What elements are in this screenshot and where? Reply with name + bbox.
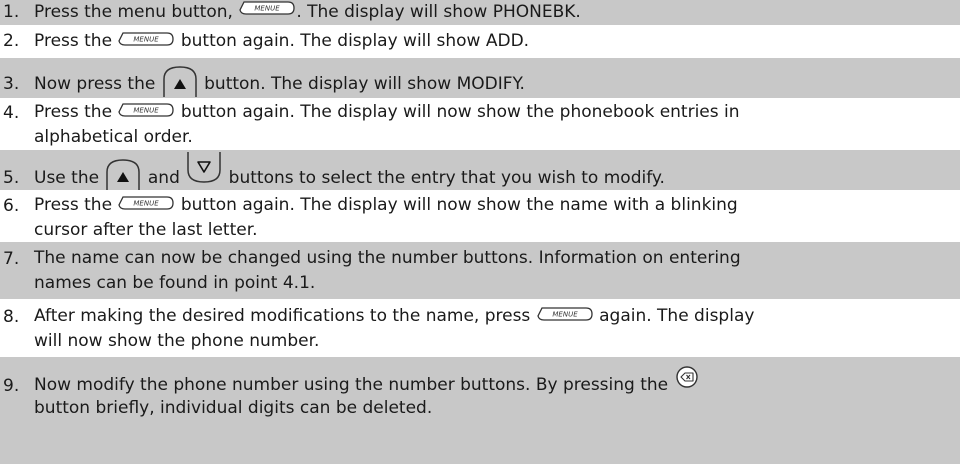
step-text-pre: After making the desired modifications t… <box>34 306 536 326</box>
step-text-post: again. The display <box>593 306 755 326</box>
step-text: Press the MENUE button again. The displa… <box>34 29 942 54</box>
step-text: After making the desired modifications t… <box>34 304 942 354</box>
step-text-post: button again. The display will now show … <box>175 195 738 215</box>
step-number: 9. <box>3 376 20 396</box>
step-text-post: button. The display will show MODIFY. <box>198 74 525 94</box>
step-text-mid: and <box>142 168 186 188</box>
menu-button-icon: MENUE <box>537 307 593 321</box>
down-button-icon <box>187 152 222 183</box>
step-text-line2: names can be found in point 4.1. <box>34 273 316 293</box>
svg-text:MENUE: MENUE <box>552 311 578 319</box>
step-row-8: 8. After making the desired modification… <box>0 299 960 357</box>
step-row-9: 9. Now modify the phone number using the… <box>0 357 960 464</box>
step-row-7: 7. The name can now be changed using the… <box>0 242 960 299</box>
step-text-pre: Press the <box>34 102 118 122</box>
step-number: 2. <box>3 31 20 51</box>
step-text-pre: Press the menu button, <box>34 2 239 22</box>
step-number: 1. <box>3 2 20 22</box>
step-row-3: 3. Now press the button. The display wil… <box>0 58 960 98</box>
step-number: 5. <box>3 168 20 188</box>
clear-button-icon <box>675 366 698 388</box>
step-text-pre: Now modify the phone number using the nu… <box>34 375 674 395</box>
step-text: Press the MENUE button again. The displa… <box>34 193 942 243</box>
svg-text:MENUE: MENUE <box>255 5 281 13</box>
step-row-1: 1. Press the menu button, MENUE . The dis… <box>0 0 960 25</box>
step-text-pre: Press the <box>34 195 118 215</box>
menu-button-icon: MENUE <box>118 196 175 210</box>
menu-button-icon: MENUE <box>118 32 175 46</box>
step-text: Use the and buttons to select the entry … <box>34 152 942 192</box>
step-text-pre: Now press the <box>34 74 161 94</box>
step-number: 6. <box>3 196 20 216</box>
step-row-6: 6. Press the MENUE button again. The dis… <box>0 190 960 242</box>
step-number: 4. <box>3 103 20 123</box>
menu-button-icon: MENUE <box>239 1 295 15</box>
step-text: Now modify the phone number using the nu… <box>34 365 942 418</box>
up-button-icon <box>162 66 197 97</box>
step-text-post: button again. The display will show ADD. <box>175 31 530 51</box>
step-text-line2: cursor after the last letter. <box>34 220 258 240</box>
step-text: Now press the button. The display will s… <box>34 65 942 99</box>
step-row-2: 2. Press the MENUE button again. The dis… <box>0 25 960 58</box>
step-text-post: . The display will show PHONEBK. <box>296 2 581 22</box>
step-text-post: buttons to select the entry that you wis… <box>223 168 665 188</box>
step-text-line1: The name can now be changed using the nu… <box>34 248 741 268</box>
step-number: 8. <box>3 307 20 327</box>
up-button-icon <box>106 159 141 190</box>
step-number: 7. <box>3 249 20 269</box>
step-text: Press the menu button, MENUE . The displa… <box>34 0 942 25</box>
step-text-post: button again. The display will now show … <box>175 102 740 122</box>
step-row-4: 4. Press the MENUE button again. The dis… <box>0 98 960 150</box>
step-text-pre: Use the <box>34 168 105 188</box>
step-text-line2: button briefly, individual digits can be… <box>34 398 433 418</box>
step-text: The name can now be changed using the nu… <box>34 246 942 296</box>
step-row-5: 5. Use the and buttons to select the ent… <box>0 150 960 190</box>
svg-text:MENUE: MENUE <box>134 107 160 115</box>
step-text-line2: alphabetical order. <box>34 127 193 147</box>
menu-button-icon: MENUE <box>118 103 175 117</box>
svg-text:MENUE: MENUE <box>134 200 160 208</box>
svg-text:MENUE: MENUE <box>134 36 160 44</box>
step-text-pre: Press the <box>34 31 118 51</box>
step-text: Press the MENUE button again. The displa… <box>34 100 942 150</box>
step-number: 3. <box>3 74 20 94</box>
step-text-line2: will now show the phone number. <box>34 331 320 351</box>
